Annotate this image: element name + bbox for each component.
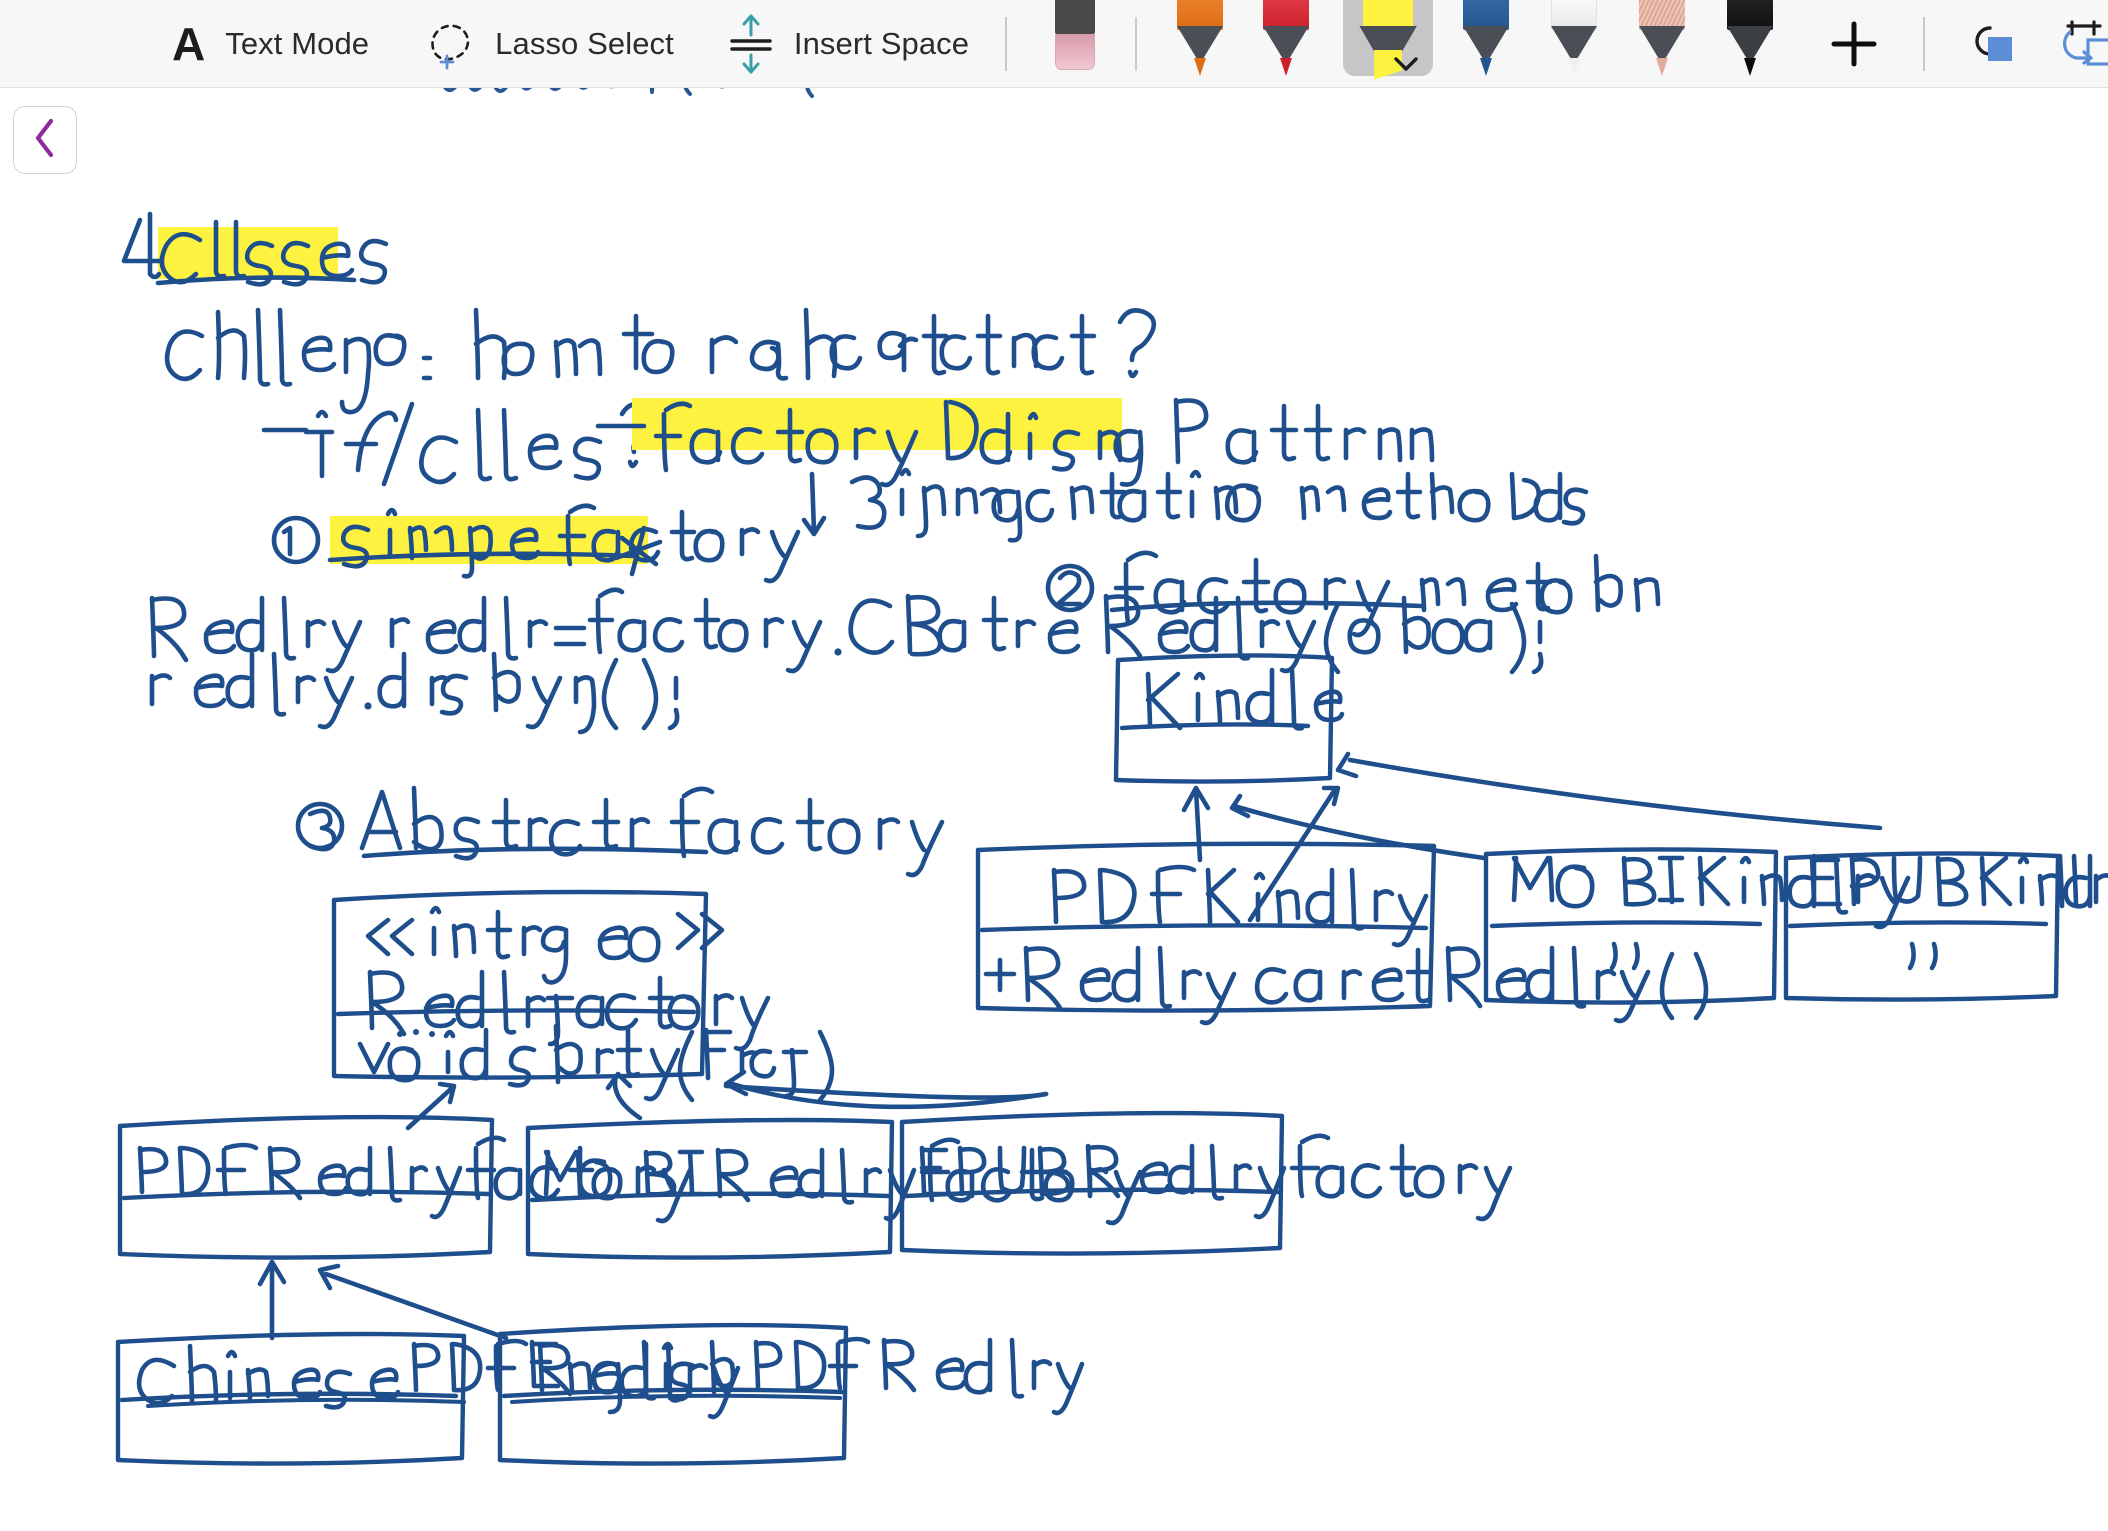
tool-pink-pencil[interactable] <box>1631 0 1693 87</box>
top-toolbar: A Text Mode Lasso Select Insert Space <box>0 0 2108 88</box>
handwritten-ink-layer: .ink { fill:none; stroke:#1f4e8c; stroke… <box>115 88 2108 1466</box>
highlighter-cap <box>1363 0 1414 28</box>
tool-blue-pen[interactable] <box>1455 0 1517 87</box>
text-mode-button[interactable]: A Text Mode <box>172 0 370 87</box>
inheritance-arrows-pdfreaderfactory <box>257 1259 509 1341</box>
orange-pen-tip <box>1194 57 1207 76</box>
text-mode-label: Text Mode <box>225 25 370 61</box>
eraser-rubber <box>1055 33 1096 70</box>
uml-box-readerfactory <box>331 889 835 1103</box>
note-method-3 <box>295 785 945 878</box>
uml-box-pdfreaderfactory <box>117 1114 693 1260</box>
insert-space-label: Insert Space <box>793 25 970 61</box>
tool-white-pen[interactable] <box>1543 0 1605 87</box>
insert-space-icon <box>726 13 776 75</box>
clipped-top-handwriting <box>443 88 814 98</box>
letter-a-icon: A <box>172 17 206 70</box>
lasso-select-label: Lasso Select <box>495 25 674 61</box>
uml-box-epubreaderfactory <box>899 1110 1513 1256</box>
note-canvas[interactable]: .ink { fill:none; stroke:#1f4e8c; stroke… <box>0 88 2108 1531</box>
tool-eraser[interactable] <box>1043 0 1105 87</box>
blue-pen-tip <box>1480 57 1493 76</box>
pen-row <box>1169 0 1781 87</box>
note-challenge-line <box>164 307 1157 415</box>
uml-box-englishpdfreader <box>497 1322 1085 1466</box>
snap-align-button[interactable] <box>2053 9 2108 79</box>
lasso-select-button[interactable]: Lasso Select <box>421 0 674 87</box>
toolbar-divider-3 <box>1923 16 1926 71</box>
white-pen-tip <box>1568 57 1581 76</box>
tool-red-pen[interactable] <box>1255 0 1317 87</box>
tool-orange-pen[interactable] <box>1169 0 1231 87</box>
tool-black-pen[interactable] <box>1719 0 1781 87</box>
uml-box-kindle <box>1113 653 1345 784</box>
toolbar-divider-1 <box>1005 16 1008 71</box>
add-tool-button[interactable] <box>1819 9 1889 79</box>
eraser-ferrule <box>1055 0 1096 34</box>
uml-box-epubkindler <box>1783 851 2108 1002</box>
uml-box-pdfkindler <box>975 841 1709 1026</box>
chevron-left-icon <box>30 116 60 165</box>
lasso-icon <box>421 16 477 72</box>
back-button[interactable] <box>13 106 77 174</box>
insert-space-button[interactable]: Insert Space <box>726 0 970 87</box>
tool-yellow-highlighter[interactable] <box>1343 0 1434 87</box>
pink-pencil-tip <box>1656 57 1669 76</box>
black-pen-tip <box>1744 57 1757 76</box>
shape-recognition-button[interactable] <box>1957 9 2027 79</box>
chevron-down-icon[interactable] <box>1393 56 1418 71</box>
note-implementation-methods <box>801 467 1589 543</box>
toolbar-divider-2 <box>1135 16 1138 71</box>
red-pen-tip <box>1280 57 1293 76</box>
highlight-factory-design-pattern <box>632 398 1122 450</box>
note-ifelse <box>261 401 657 487</box>
